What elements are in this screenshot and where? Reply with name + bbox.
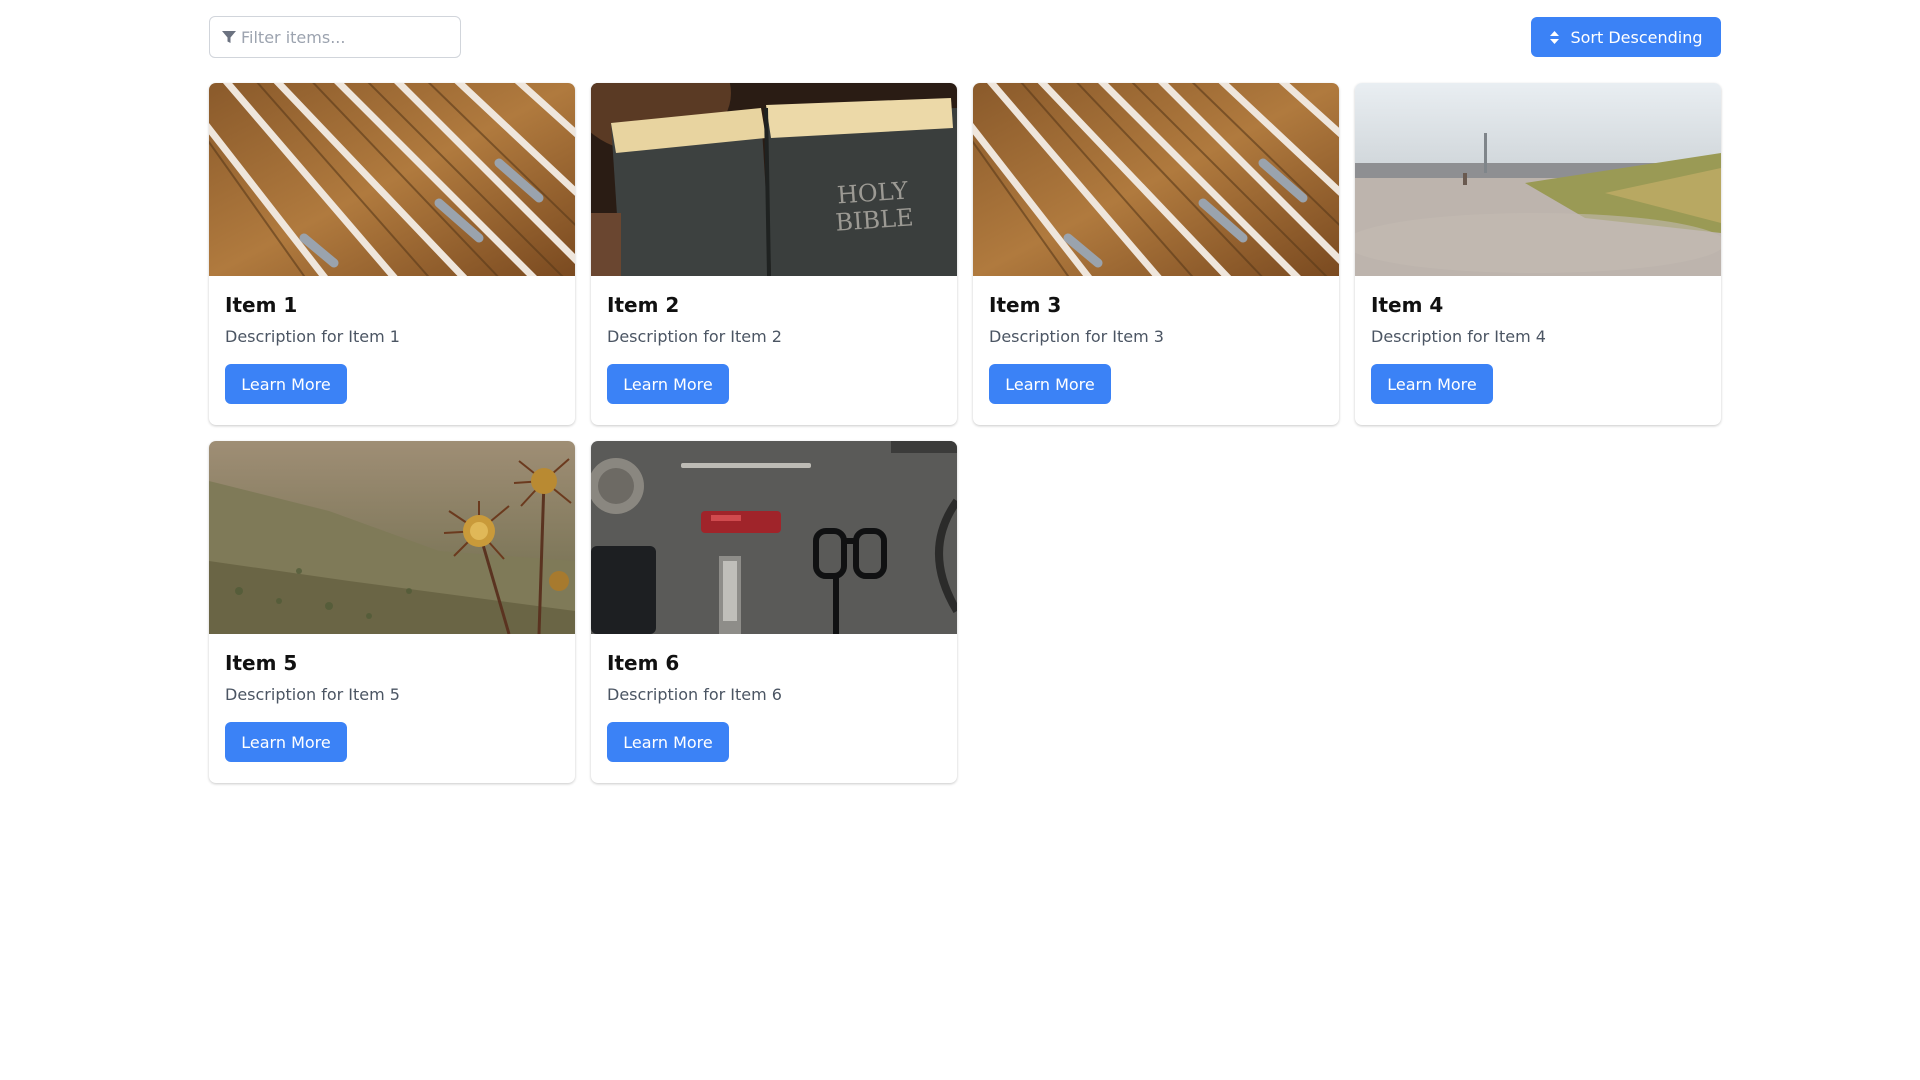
- learn-more-button[interactable]: Learn More: [225, 722, 347, 762]
- item-card: Item 6 Description for Item 6 Learn More: [591, 441, 957, 783]
- item-image-thistle: [209, 441, 575, 634]
- item-description: Description for Item 1: [225, 327, 400, 346]
- sort-icon: [1550, 30, 1560, 44]
- item-title: Item 6: [607, 651, 680, 675]
- page-container: Sort Descending: [209, 16, 1721, 783]
- item-title: Item 5: [225, 651, 298, 675]
- item-image-beach: [1355, 83, 1721, 276]
- item-title: Item 1: [225, 293, 298, 317]
- learn-more-button[interactable]: Learn More: [607, 364, 729, 404]
- filter-box[interactable]: [209, 16, 461, 58]
- items-grid: Item 1 Description for Item 1 Learn More…: [209, 83, 1721, 783]
- item-image-flatlay: [591, 441, 957, 634]
- filter-input[interactable]: [241, 27, 451, 47]
- item-description: Description for Item 3: [989, 327, 1164, 346]
- filter-icon: [222, 31, 236, 43]
- item-card: Item 5 Description for Item 5 Learn More: [209, 441, 575, 783]
- learn-more-button[interactable]: Learn More: [989, 364, 1111, 404]
- item-card: Item 4 Description for Item 4 Learn More: [1355, 83, 1721, 425]
- sort-button-label: Sort Descending: [1570, 27, 1703, 47]
- toolbar: Sort Descending: [209, 16, 1721, 58]
- item-title: Item 2: [607, 293, 680, 317]
- learn-more-button[interactable]: Learn More: [225, 364, 347, 404]
- item-card: Item 1 Description for Item 1 Learn More: [209, 83, 575, 425]
- item-title: Item 4: [1371, 293, 1444, 317]
- learn-more-button[interactable]: Learn More: [607, 722, 729, 762]
- item-description: Description for Item 2: [607, 327, 782, 346]
- item-description: Description for Item 6: [607, 685, 782, 704]
- item-description: Description for Item 5: [225, 685, 400, 704]
- item-title: Item 3: [989, 293, 1062, 317]
- item-image-pens: [209, 83, 575, 276]
- item-card: Item 3 Description for Item 3 Learn More: [973, 83, 1339, 425]
- sort-button[interactable]: Sort Descending: [1531, 17, 1721, 57]
- item-description: Description for Item 4: [1371, 327, 1546, 346]
- learn-more-button[interactable]: Learn More: [1371, 364, 1493, 404]
- book-cover-text-line2: BIBLE: [834, 203, 914, 236]
- item-card: HOLY BIBLE Item 2 Description for Item 2…: [591, 83, 957, 425]
- item-image-pens: [973, 83, 1339, 276]
- item-image-bible: HOLY BIBLE: [591, 83, 957, 276]
